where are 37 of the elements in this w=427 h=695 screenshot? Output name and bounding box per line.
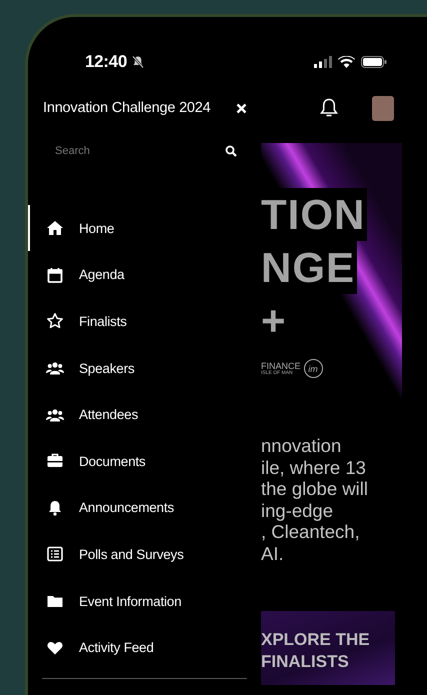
search-icon[interactable] <box>225 145 237 157</box>
menu-item[interactable]: Activity Feed <box>79 640 154 656</box>
close-icon[interactable] <box>236 102 247 114</box>
menu-item[interactable]: Attendees <box>79 407 138 422</box>
intro-text-line: , Cleantech, <box>261 521 361 543</box>
avatar[interactable] <box>372 96 394 120</box>
status-time: 12:40 <box>85 52 127 72</box>
bell-icon[interactable] <box>319 97 339 119</box>
intro-text-line: AI. <box>261 542 285 565</box>
calendar-icon <box>46 266 64 284</box>
intro-text-line: the globe will <box>261 478 369 500</box>
wifi-icon <box>338 56 355 68</box>
bell-slash-icon <box>130 54 145 68</box>
signal-icon <box>314 56 332 68</box>
drawer-title: Innovation Challenge 2024 <box>43 100 211 116</box>
intro-text-line: ing-edge <box>261 500 334 522</box>
menu-item[interactable]: Home <box>79 220 114 236</box>
hero-title-text: TION <box>261 188 368 241</box>
battery-icon <box>361 56 387 68</box>
list-icon <box>46 545 64 564</box>
menu-item[interactable]: Speakers <box>79 360 134 376</box>
menu-item[interactable]: Documents <box>79 454 146 469</box>
menu-item[interactable]: Agenda <box>79 267 124 282</box>
menu-item[interactable]: Finalists <box>79 314 127 329</box>
star-icon <box>46 312 64 330</box>
search-field[interactable]: Search <box>55 145 225 157</box>
logo-mark: im <box>304 359 323 378</box>
home-icon <box>46 219 64 238</box>
explore-banner[interactable]: XPLORE THE FINALISTS <box>261 610 395 685</box>
intro-text-line: ile, where 13 <box>261 456 367 478</box>
menu-item[interactable]: Event Information <box>79 594 182 609</box>
menu-item[interactable]: Announcements <box>79 500 174 516</box>
menu-item[interactable]: Polls and Surveys <box>79 546 184 562</box>
logo-text: FINANCE <box>261 362 301 370</box>
bell-icon <box>46 498 64 517</box>
hero-title-text: NGE <box>261 241 358 294</box>
intro-text-line: nnovation <box>261 435 342 457</box>
